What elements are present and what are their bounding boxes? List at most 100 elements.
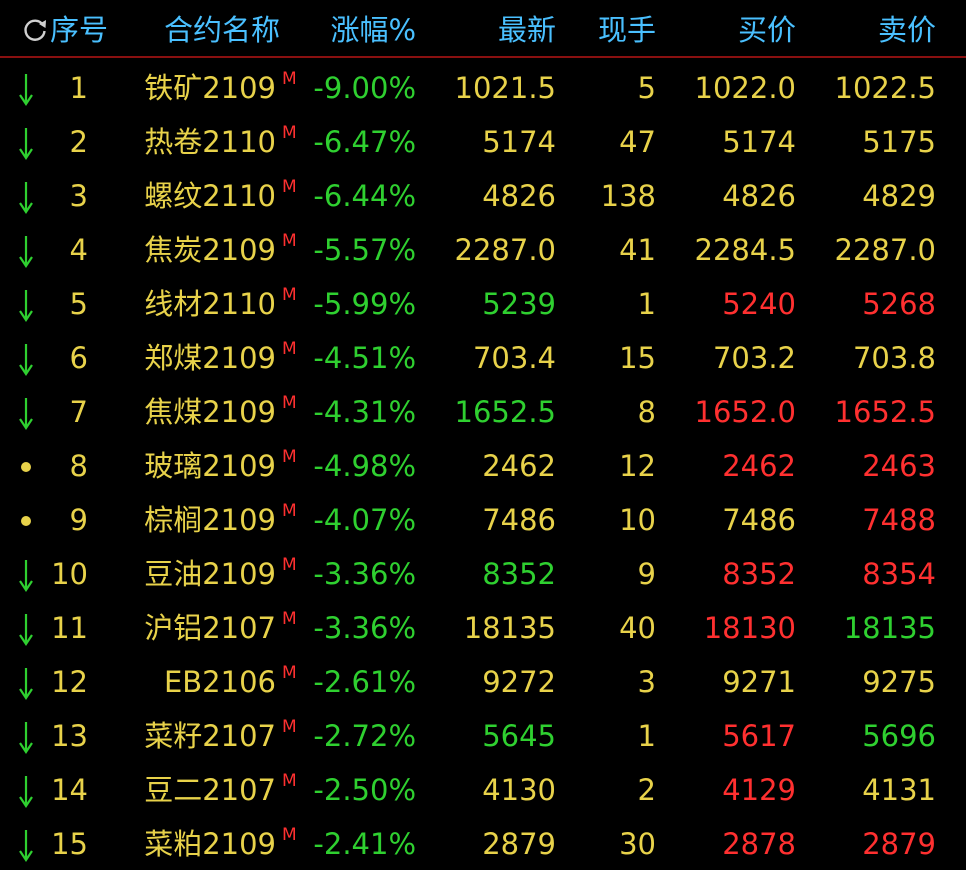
volume: 47 [619, 125, 656, 159]
row-seq: 6 [69, 341, 88, 375]
contract-name: 菜籽2107 [144, 719, 276, 753]
table-row[interactable]: 8 玻璃2109 M -4.98% 2462 12 2462 2463 [0, 438, 966, 492]
bid-price: 5174 [722, 125, 796, 159]
table-row[interactable]: 3 螺纹2110 M -6.44% 4826 138 4826 4829 [0, 168, 966, 222]
contract-name: 线材2110 [144, 287, 276, 321]
change-pct: -4.51% [313, 341, 416, 375]
ask-price: 2287.0 [834, 233, 936, 267]
table-row[interactable]: 13 菜籽2107 M -2.72% 5645 1 5617 5696 [0, 708, 966, 762]
volume: 10 [619, 503, 656, 537]
table-row[interactable]: 14 豆二2107 M -2.50% 4130 2 4129 4131 [0, 762, 966, 816]
last-price: 18135 [463, 611, 556, 645]
volume: 40 [619, 611, 656, 645]
contract-name: 螺纹2110 [144, 179, 276, 213]
bid-price: 5240 [722, 287, 796, 321]
column-header: 序号 合约名称 涨幅% 最新 现手 买价 卖价 [0, 0, 966, 58]
bid-price: 4129 [722, 773, 796, 807]
header-last-price[interactable]: 最新 [440, 10, 556, 50]
down-arrow-icon [19, 830, 33, 862]
down-arrow-icon [19, 128, 33, 160]
change-pct: -3.36% [313, 557, 416, 591]
last-price: 1652.5 [454, 395, 556, 429]
bid-price: 703.2 [712, 341, 796, 375]
table-row[interactable]: 4 焦炭2109 M -5.57% 2287.0 41 2284.5 2287.0 [0, 222, 966, 276]
volume: 41 [619, 233, 656, 267]
bid-price: 9271 [722, 665, 796, 699]
refresh-icon[interactable] [22, 17, 48, 43]
ask-price: 8354 [862, 557, 936, 591]
header-seq[interactable]: 序号 [50, 10, 108, 50]
change-pct: -2.50% [313, 773, 416, 807]
row-seq: 14 [51, 773, 88, 807]
ask-price: 9275 [862, 665, 936, 699]
table-row[interactable]: 1 铁矿2109 M -9.00% 1021.5 5 1022.0 1022.5 [0, 60, 966, 114]
volume: 5 [637, 71, 656, 105]
main-contract-flag: M [282, 771, 297, 791]
down-arrow-icon [19, 182, 33, 214]
contract-name: 棕榈2109 [144, 503, 276, 537]
main-contract-flag: M [282, 717, 297, 737]
ask-price: 5268 [862, 287, 936, 321]
volume: 2 [637, 773, 656, 807]
table-row[interactable]: 5 线材2110 M -5.99% 5239 1 5240 5268 [0, 276, 966, 330]
change-pct: -5.99% [313, 287, 416, 321]
ask-price: 2463 [862, 449, 936, 483]
header-bid-price[interactable]: 买价 [676, 10, 796, 50]
change-pct: -4.31% [313, 395, 416, 429]
table-row[interactable]: 12 EB2106 M -2.61% 9272 3 9271 9275 [0, 654, 966, 708]
volume: 30 [619, 827, 656, 861]
ask-price: 7488 [862, 503, 936, 537]
header-change-pct[interactable]: 涨幅% [300, 10, 416, 50]
header-volume[interactable]: 现手 [560, 10, 656, 50]
last-price: 2287.0 [454, 233, 556, 267]
header-contract-name[interactable]: 合约名称 [164, 10, 280, 50]
last-price: 703.4 [472, 341, 556, 375]
table-row[interactable]: 9 棕榈2109 M -4.07% 7486 10 7486 7488 [0, 492, 966, 546]
ask-price: 5696 [862, 719, 936, 753]
down-arrow-icon [19, 560, 33, 592]
contract-name: 玻璃2109 [144, 449, 276, 483]
header-ask-price[interactable]: 卖价 [816, 10, 936, 50]
table-row[interactable]: 10 豆油2109 M -3.36% 8352 9 8352 8354 [0, 546, 966, 600]
contract-name: 豆二2107 [144, 773, 276, 807]
main-contract-flag: M [282, 663, 297, 683]
row-seq: 8 [69, 449, 88, 483]
table-row[interactable]: 7 焦煤2109 M -4.31% 1652.5 8 1652.0 1652.5 [0, 384, 966, 438]
down-arrow-icon [19, 398, 33, 430]
last-price: 2462 [482, 449, 556, 483]
main-contract-flag: M [282, 447, 297, 467]
table-row[interactable]: 11 沪铝2107 M -3.36% 18135 40 18130 18135 [0, 600, 966, 654]
volume: 12 [619, 449, 656, 483]
main-contract-flag: M [282, 177, 297, 197]
bid-price: 1652.0 [694, 395, 796, 429]
volume: 1 [637, 719, 656, 753]
last-price: 1021.5 [454, 71, 556, 105]
volume: 3 [637, 665, 656, 699]
main-contract-flag: M [282, 393, 297, 413]
table-row[interactable]: 6 郑煤2109 M -4.51% 703.4 15 703.2 703.8 [0, 330, 966, 384]
last-price: 5174 [482, 125, 556, 159]
table-row[interactable]: 15 菜粕2109 M -2.41% 2879 30 2878 2879 [0, 816, 966, 870]
change-pct: -4.98% [313, 449, 416, 483]
table-row[interactable]: 2 热卷2110 M -6.47% 5174 47 5174 5175 [0, 114, 966, 168]
bid-price: 8352 [722, 557, 796, 591]
change-pct: -2.61% [313, 665, 416, 699]
contract-name: 焦炭2109 [144, 233, 276, 267]
dot-icon [21, 462, 31, 472]
row-seq: 11 [51, 611, 88, 645]
change-pct: -2.41% [313, 827, 416, 861]
main-contract-flag: M [282, 69, 297, 89]
ask-price: 1022.5 [834, 71, 936, 105]
change-pct: -6.44% [313, 179, 416, 213]
row-seq: 9 [69, 503, 88, 537]
change-pct: -6.47% [313, 125, 416, 159]
main-contract-flag: M [282, 825, 297, 845]
last-price: 4826 [482, 179, 556, 213]
last-price: 7486 [482, 503, 556, 537]
main-contract-flag: M [282, 339, 297, 359]
down-arrow-icon [19, 776, 33, 808]
contract-name: 焦煤2109 [144, 395, 276, 429]
last-price: 4130 [482, 773, 556, 807]
down-arrow-icon [19, 236, 33, 268]
row-seq: 5 [69, 287, 88, 321]
